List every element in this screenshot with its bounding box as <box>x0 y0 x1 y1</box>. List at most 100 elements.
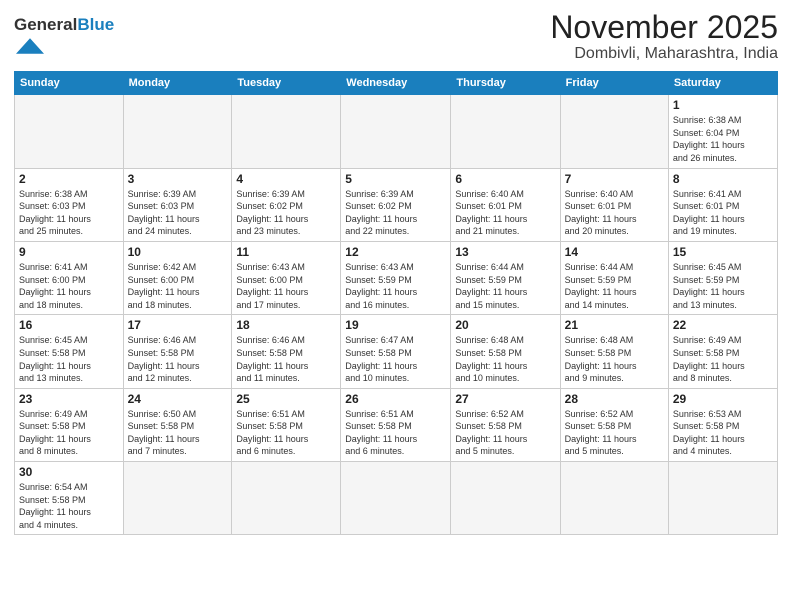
th-thursday: Thursday <box>451 72 560 95</box>
table-row: 26 Sunrise: 6:51 AM Sunset: 5:58 PM Dayli… <box>341 388 451 461</box>
table-row: 24Sunrise: 6:50 AM Sunset: 5:58 PM Dayli… <box>123 388 232 461</box>
calendar-week-row: 16Sunrise: 6:45 AM Sunset: 5:58 PM Dayli… <box>15 315 778 388</box>
day-info: Sunrise: 6:51 AM Sunset: 5:58 PM Dayligh… <box>345 408 446 458</box>
day-number: 2 <box>19 172 119 186</box>
table-row: 1Sunrise: 6:38 AM Sunset: 6:04 PM Daylig… <box>668 95 777 168</box>
day-number: 6 <box>455 172 555 186</box>
day-info: Sunrise: 6:41 AM Sunset: 6:01 PM Dayligh… <box>673 188 773 238</box>
table-row: 7Sunrise: 6:40 AM Sunset: 6:01 PM Daylig… <box>560 168 668 241</box>
table-row: 3 Sunrise: 6:39 AM Sunset: 6:03 PM Daylig… <box>123 168 232 241</box>
table-row: 28 Sunrise: 6:52 AM Sunset: 5:58 PM Dayli… <box>560 388 668 461</box>
table-row: 10 Sunrise: 6:42 AM Sunset: 6:00 PM Dayli… <box>123 241 232 314</box>
table-row: 11 Sunrise: 6:43 AM Sunset: 6:00 PM Dayli… <box>232 241 341 314</box>
day-number: 28 <box>565 392 664 406</box>
day-info: Sunrise: 6:44 AM Sunset: 5:59 PM Dayligh… <box>565 261 664 311</box>
table-row: 22 Sunrise: 6:49 AM Sunset: 5:58 PM Dayli… <box>668 315 777 388</box>
table-row: 16Sunrise: 6:45 AM Sunset: 5:58 PM Dayli… <box>15 315 124 388</box>
table-row: 30Sunrise: 6:54 AM Sunset: 5:58 PM Dayli… <box>15 462 124 535</box>
table-row: 21Sunrise: 6:48 AM Sunset: 5:58 PM Dayli… <box>560 315 668 388</box>
calendar-table: Sunday Monday Tuesday Wednesday Thursday… <box>14 71 778 535</box>
table-row: 13Sunrise: 6:44 AM Sunset: 5:59 PM Dayli… <box>451 241 560 314</box>
th-saturday: Saturday <box>668 72 777 95</box>
day-info: Sunrise: 6:43 AM Sunset: 6:00 PM Dayligh… <box>236 261 336 311</box>
table-row: 2Sunrise: 6:38 AM Sunset: 6:03 PM Daylig… <box>15 168 124 241</box>
th-monday: Monday <box>123 72 232 95</box>
day-info: Sunrise: 6:47 AM Sunset: 5:58 PM Dayligh… <box>345 334 446 384</box>
logo-blue: Blue <box>77 15 114 34</box>
table-row: 20 Sunrise: 6:48 AM Sunset: 5:58 PM Dayli… <box>451 315 560 388</box>
day-number: 11 <box>236 245 336 259</box>
day-number: 25 <box>236 392 336 406</box>
logo-general: General <box>14 15 77 34</box>
day-number: 29 <box>673 392 773 406</box>
day-info: Sunrise: 6:52 AM Sunset: 5:58 PM Dayligh… <box>565 408 664 458</box>
day-number: 30 <box>19 465 119 479</box>
day-info: Sunrise: 6:44 AM Sunset: 5:59 PM Dayligh… <box>455 261 555 311</box>
calendar-week-row: 2Sunrise: 6:38 AM Sunset: 6:03 PM Daylig… <box>15 168 778 241</box>
day-number: 12 <box>345 245 446 259</box>
table-row <box>123 462 232 535</box>
table-row: 5Sunrise: 6:39 AM Sunset: 6:02 PM Daylig… <box>341 168 451 241</box>
table-row <box>232 462 341 535</box>
table-row <box>451 462 560 535</box>
day-info: Sunrise: 6:53 AM Sunset: 5:58 PM Dayligh… <box>673 408 773 458</box>
day-info: Sunrise: 6:40 AM Sunset: 6:01 PM Dayligh… <box>455 188 555 238</box>
day-info: Sunrise: 6:42 AM Sunset: 6:00 PM Dayligh… <box>128 261 228 311</box>
table-row <box>341 462 451 535</box>
title-block: November 2025 Dombivli, Maharashtra, Ind… <box>550 10 778 63</box>
day-number: 23 <box>19 392 119 406</box>
calendar-week-row: 9 Sunrise: 6:41 AM Sunset: 6:00 PM Daylig… <box>15 241 778 314</box>
page: GeneralBlue November 2025 Dombivli, Maha… <box>0 0 792 612</box>
day-number: 22 <box>673 318 773 332</box>
table-row <box>451 95 560 168</box>
day-number: 15 <box>673 245 773 259</box>
day-info: Sunrise: 6:40 AM Sunset: 6:01 PM Dayligh… <box>565 188 664 238</box>
calendar-week-row: 23 Sunrise: 6:49 AM Sunset: 5:58 PM Dayli… <box>15 388 778 461</box>
day-number: 16 <box>19 318 119 332</box>
table-row: 29 Sunrise: 6:53 AM Sunset: 5:58 PM Dayli… <box>668 388 777 461</box>
logo-icon <box>16 35 44 57</box>
page-title: November 2025 <box>550 10 778 45</box>
day-info: Sunrise: 6:52 AM Sunset: 5:58 PM Dayligh… <box>455 408 555 458</box>
table-row: 27 Sunrise: 6:52 AM Sunset: 5:58 PM Dayli… <box>451 388 560 461</box>
day-number: 9 <box>19 245 119 259</box>
table-row <box>341 95 451 168</box>
table-row: 17 Sunrise: 6:46 AM Sunset: 5:58 PM Dayli… <box>123 315 232 388</box>
calendar-week-row: 30Sunrise: 6:54 AM Sunset: 5:58 PM Dayli… <box>15 462 778 535</box>
day-info: Sunrise: 6:45 AM Sunset: 5:59 PM Dayligh… <box>673 261 773 311</box>
table-row: 19 Sunrise: 6:47 AM Sunset: 5:58 PM Dayli… <box>341 315 451 388</box>
day-number: 27 <box>455 392 555 406</box>
table-row <box>15 95 124 168</box>
day-info: Sunrise: 6:41 AM Sunset: 6:00 PM Dayligh… <box>19 261 119 311</box>
day-info: Sunrise: 6:39 AM Sunset: 6:03 PM Dayligh… <box>128 188 228 238</box>
day-info: Sunrise: 6:50 AM Sunset: 5:58 PM Dayligh… <box>128 408 228 458</box>
day-info: Sunrise: 6:39 AM Sunset: 6:02 PM Dayligh… <box>345 188 446 238</box>
day-info: Sunrise: 6:46 AM Sunset: 5:58 PM Dayligh… <box>128 334 228 384</box>
day-number: 10 <box>128 245 228 259</box>
day-number: 26 <box>345 392 446 406</box>
day-info: Sunrise: 6:49 AM Sunset: 5:58 PM Dayligh… <box>673 334 773 384</box>
table-row: 14Sunrise: 6:44 AM Sunset: 5:59 PM Dayli… <box>560 241 668 314</box>
table-row: 12Sunrise: 6:43 AM Sunset: 5:59 PM Dayli… <box>341 241 451 314</box>
day-info: Sunrise: 6:51 AM Sunset: 5:58 PM Dayligh… <box>236 408 336 458</box>
day-number: 19 <box>345 318 446 332</box>
th-tuesday: Tuesday <box>232 72 341 95</box>
header: GeneralBlue November 2025 Dombivli, Maha… <box>14 10 778 63</box>
day-number: 17 <box>128 318 228 332</box>
table-row: 6 Sunrise: 6:40 AM Sunset: 6:01 PM Daylig… <box>451 168 560 241</box>
table-row <box>232 95 341 168</box>
calendar-week-row: 1Sunrise: 6:38 AM Sunset: 6:04 PM Daylig… <box>15 95 778 168</box>
table-row: 23 Sunrise: 6:49 AM Sunset: 5:58 PM Dayli… <box>15 388 124 461</box>
day-number: 21 <box>565 318 664 332</box>
calendar-header-row: Sunday Monday Tuesday Wednesday Thursday… <box>15 72 778 95</box>
page-subtitle: Dombivli, Maharashtra, India <box>550 45 778 63</box>
table-row: 18Sunrise: 6:46 AM Sunset: 5:58 PM Dayli… <box>232 315 341 388</box>
day-info: Sunrise: 6:48 AM Sunset: 5:58 PM Dayligh… <box>455 334 555 384</box>
day-info: Sunrise: 6:39 AM Sunset: 6:02 PM Dayligh… <box>236 188 336 238</box>
day-number: 8 <box>673 172 773 186</box>
day-info: Sunrise: 6:46 AM Sunset: 5:58 PM Dayligh… <box>236 334 336 384</box>
th-sunday: Sunday <box>15 72 124 95</box>
day-number: 20 <box>455 318 555 332</box>
day-info: Sunrise: 6:49 AM Sunset: 5:58 PM Dayligh… <box>19 408 119 458</box>
day-number: 3 <box>128 172 228 186</box>
